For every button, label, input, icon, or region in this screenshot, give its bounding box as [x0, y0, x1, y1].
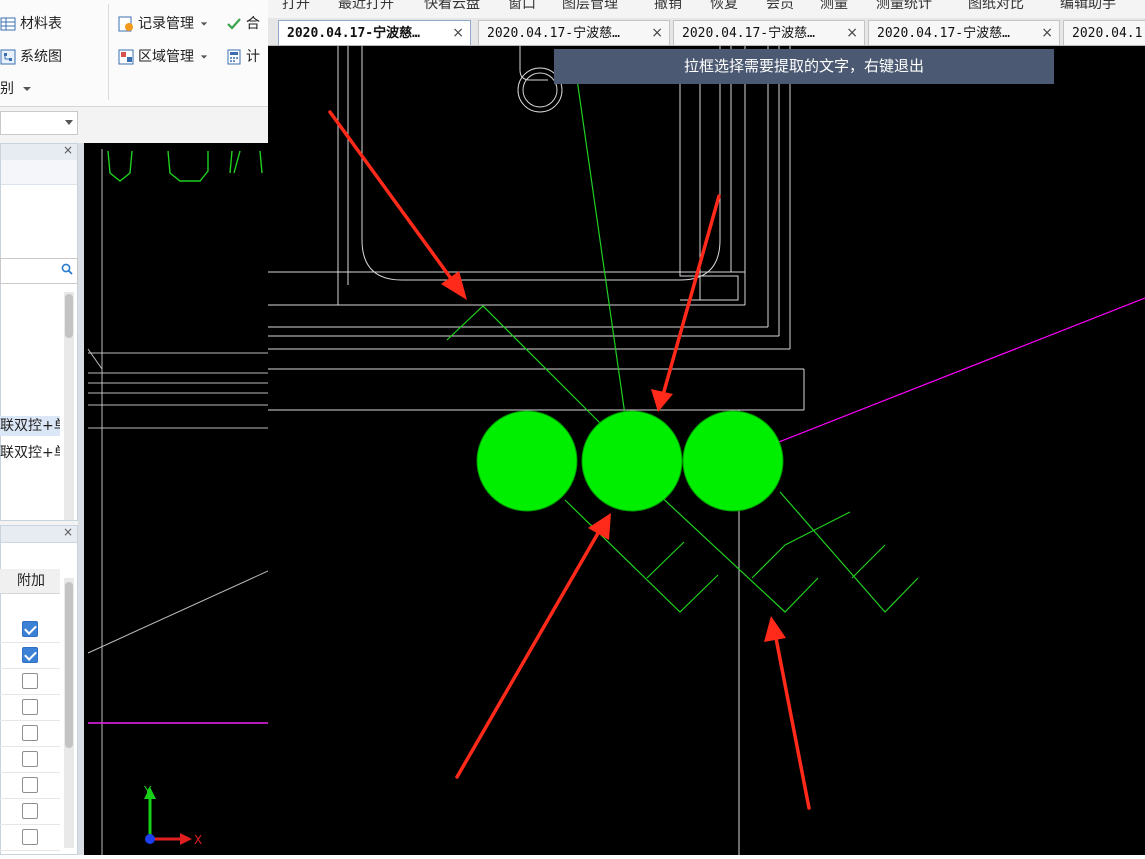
grid-row-divider — [0, 746, 60, 747]
menu-item[interactable]: 撤销 — [654, 0, 682, 13]
ribbon-separator — [108, 4, 109, 100]
menu-item[interactable]: 编辑助手 — [1060, 0, 1116, 13]
chevron-down-icon — [65, 120, 73, 125]
instruction-tooltip: 拉框选择需要提取的文字，右键退出 — [554, 49, 1054, 84]
tab-document-3[interactable]: 2020.04.17-宁波慈… × — [673, 20, 865, 45]
tree-item[interactable]: 联双控+单 — [0, 443, 60, 463]
close-icon[interactable]: × — [1041, 21, 1053, 45]
grid-scrollbar[interactable] — [64, 578, 74, 848]
additional-checkbox[interactable] — [22, 751, 38, 767]
additional-checkbox[interactable] — [22, 829, 38, 845]
menu-item[interactable]: 测量 — [820, 0, 848, 13]
panel-toolbar — [1, 160, 77, 185]
menu-item[interactable]: 会员 — [766, 0, 794, 13]
grid-row-divider — [0, 642, 60, 643]
highlighted-circle-1[interactable] — [476, 410, 578, 512]
menu-item[interactable]: 图纸对比 — [968, 0, 1024, 13]
close-icon[interactable]: × — [63, 143, 73, 157]
additional-checkbox[interactable] — [22, 725, 38, 741]
menu-item[interactable]: 测量统计 — [876, 0, 932, 13]
close-icon[interactable]: × — [846, 21, 858, 45]
highlighted-circle-3[interactable] — [682, 410, 784, 512]
grid-row-divider — [0, 824, 60, 825]
floor-select[interactable] — [0, 111, 78, 135]
background-drawing — [87, 149, 269, 855]
additional-checkbox[interactable] — [22, 673, 38, 689]
x-axis-label: X — [194, 833, 202, 847]
menu-item[interactable]: 最近打开 — [338, 0, 394, 13]
panel-header: × — [1, 143, 77, 161]
background-cad-canvas[interactable]: Y X — [84, 143, 269, 855]
menu-item[interactable]: 窗口 — [508, 0, 536, 13]
tab-document-5[interactable]: 2020.04.1 — [1063, 20, 1145, 45]
panel-header: × — [1, 525, 77, 543]
ribbon-toolbar: 材料表 系统图 别 记录管理 区域管理 合 计 — [0, 0, 268, 107]
chevron-down-icon — [201, 22, 208, 26]
cad-drawing — [268, 46, 1145, 855]
calculator-icon — [227, 49, 241, 65]
grid-row-divider — [0, 850, 60, 851]
menu-bar: 打开 最近打开 快看云盘 窗口 图层管理 撤销 恢复 会员 测量 测量统计 图纸对比 编辑助手 — [268, 0, 1145, 18]
grid-row-divider — [0, 668, 60, 669]
diagram-icon — [0, 49, 16, 65]
close-icon[interactable]: × — [651, 21, 663, 45]
additional-checkbox[interactable] — [22, 647, 38, 663]
additional-checkbox[interactable] — [22, 699, 38, 715]
ucs-axis-icon: Y X — [143, 784, 202, 847]
calculate-button[interactable]: 计 — [226, 46, 260, 68]
merge-button[interactable]: 合 — [226, 13, 260, 35]
grid-row-divider — [0, 694, 60, 695]
tree-item[interactable]: 联双控+单 — [0, 416, 60, 436]
additional-checkbox[interactable] — [22, 803, 38, 819]
grid-row-divider — [0, 772, 60, 773]
table-icon — [0, 17, 16, 31]
highlighted-circle-2[interactable] — [581, 410, 683, 512]
y-axis-label: Y — [143, 784, 152, 798]
chevron-down-icon — [23, 87, 32, 91]
close-icon[interactable]: × — [452, 21, 464, 45]
system-diagram-button[interactable]: 系统图 — [0, 46, 62, 68]
menu-item[interactable]: 快看云盘 — [424, 0, 480, 13]
region-manage-button[interactable]: 区域管理 — [118, 46, 208, 68]
record-manage-icon — [118, 16, 133, 32]
check-icon — [227, 18, 241, 30]
column-header-additional[interactable]: 附加 — [0, 569, 60, 594]
document-tab-strip: 2020.04.17-宁波慈… × 2020.04.17-宁波慈… × 2020.0… — [268, 18, 1145, 46]
search-input[interactable] — [0, 258, 78, 284]
scrollbar-thumb[interactable] — [65, 582, 73, 748]
search-icon — [61, 263, 73, 275]
scrollbar-thumb[interactable] — [65, 294, 73, 338]
additional-checkbox[interactable] — [22, 621, 38, 637]
region-manage-icon — [118, 49, 134, 65]
close-icon[interactable]: × — [63, 525, 73, 539]
tab-document-1[interactable]: 2020.04.17-宁波慈… × — [278, 20, 471, 45]
background-app-window: 材料表 系统图 别 记录管理 区域管理 合 计 × 联双控+单 — [0, 0, 269, 855]
record-manage-button[interactable]: 记录管理 — [118, 13, 208, 35]
tab-document-2[interactable]: 2020.04.17-宁波慈… × — [478, 20, 670, 45]
chevron-down-icon — [201, 55, 208, 59]
additional-checkbox[interactable] — [22, 777, 38, 793]
grid-row-divider — [0, 720, 60, 721]
tree-scrollbar[interactable] — [64, 292, 74, 520]
material-table-button[interactable]: 材料表 — [0, 13, 62, 35]
menu-item[interactable]: 恢复 — [710, 0, 738, 13]
menu-item[interactable]: 打开 — [282, 0, 310, 13]
identify-dropdown[interactable]: 别 — [0, 78, 32, 100]
tab-document-4[interactable]: 2020.04.17-宁波慈… × — [868, 20, 1060, 45]
cad-drawing-canvas[interactable] — [268, 46, 1145, 855]
grid-row-divider — [0, 798, 60, 799]
menu-item[interactable]: 图层管理 — [562, 0, 618, 13]
